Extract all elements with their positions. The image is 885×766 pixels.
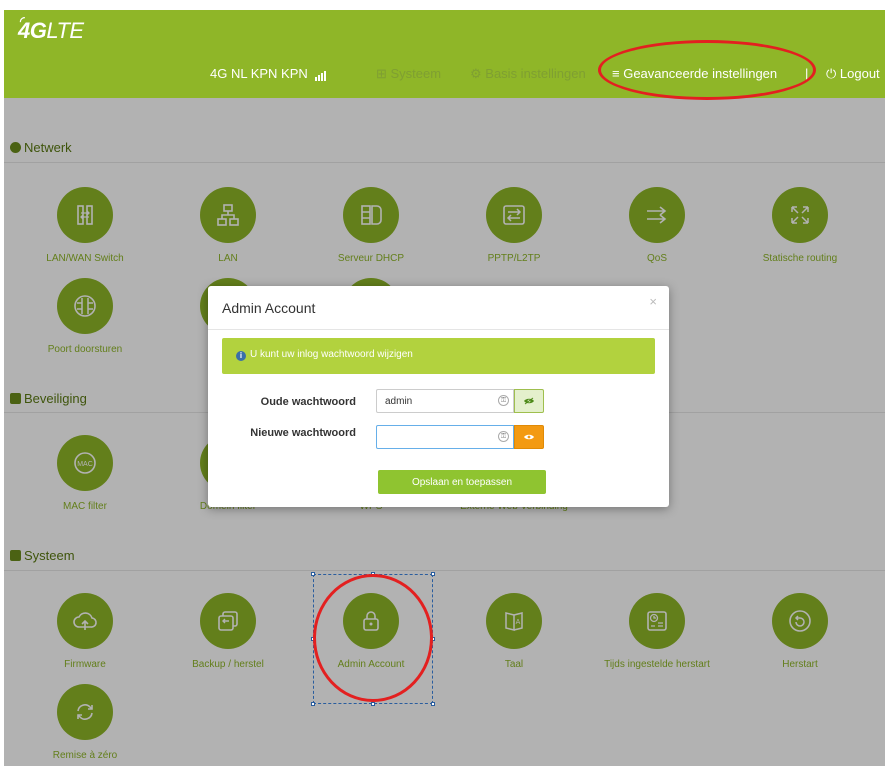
logo-light-text: LTE [46, 18, 84, 43]
top-header: ◜ 4GLTE 4G NL KPN KPN ⊞ Systeem ⚙ Basis … [4, 10, 885, 98]
signal-arcs-icon: ◜ [20, 14, 25, 28]
eye-icon[interactable] [514, 389, 544, 413]
logo: ◜ 4GLTE [18, 14, 84, 44]
nav-systeem[interactable]: ⊞ Systeem [376, 66, 441, 82]
info-icon: i [236, 351, 246, 361]
nav-logout-label: Logout [839, 66, 880, 81]
save-apply-button[interactable]: Opslaan en toepassen [378, 470, 546, 494]
nav-logout[interactable]: ⏻ Logout [826, 66, 880, 82]
admin-account-modal: Admin Account × i U kunt uw inlog wachtwo… [208, 286, 669, 507]
close-icon[interactable]: × [649, 294, 657, 309]
new-password-label: Nieuwe wachtwoord [250, 427, 356, 439]
key-icon: ⚿ [498, 431, 509, 442]
modal-divider [208, 329, 669, 330]
info-alert-text: U kunt uw inlog wachtwoord wijzigen [250, 349, 413, 360]
top-navigation: 4G NL KPN KPN ⊞ Systeem ⚙ Basis instelli… [4, 66, 885, 90]
network-status-text: 4G NL KPN KPN [210, 66, 308, 81]
info-alert: i U kunt uw inlog wachtwoord wijzigen [222, 338, 655, 374]
nav-basis-label: Basis instellingen [485, 66, 586, 81]
nav-geavanceerd-label: Geavanceerde instellingen [623, 66, 778, 81]
network-status: 4G NL KPN KPN [210, 66, 327, 81]
app-window: ◜ 4GLTE 4G NL KPN KPN ⊞ Systeem ⚙ Basis … [4, 10, 885, 766]
new-password-input[interactable] [376, 425, 514, 449]
nav-geavanceerde-instellingen[interactable]: ≡ Geavanceerde instellingen [612, 66, 777, 81]
nav-basis-instellingen[interactable]: ⚙ Basis instellingen [470, 66, 586, 82]
old-password-input[interactable] [376, 389, 514, 413]
old-password-label: Oude wachtwoord [260, 396, 356, 408]
eye-icon[interactable] [514, 425, 544, 449]
modal-title: Admin Account [222, 300, 316, 316]
key-icon: ⚿ [498, 395, 509, 406]
nav-separator: | [805, 66, 809, 81]
signal-strength-icon [315, 66, 327, 81]
nav-systeem-label: Systeem [390, 66, 442, 81]
